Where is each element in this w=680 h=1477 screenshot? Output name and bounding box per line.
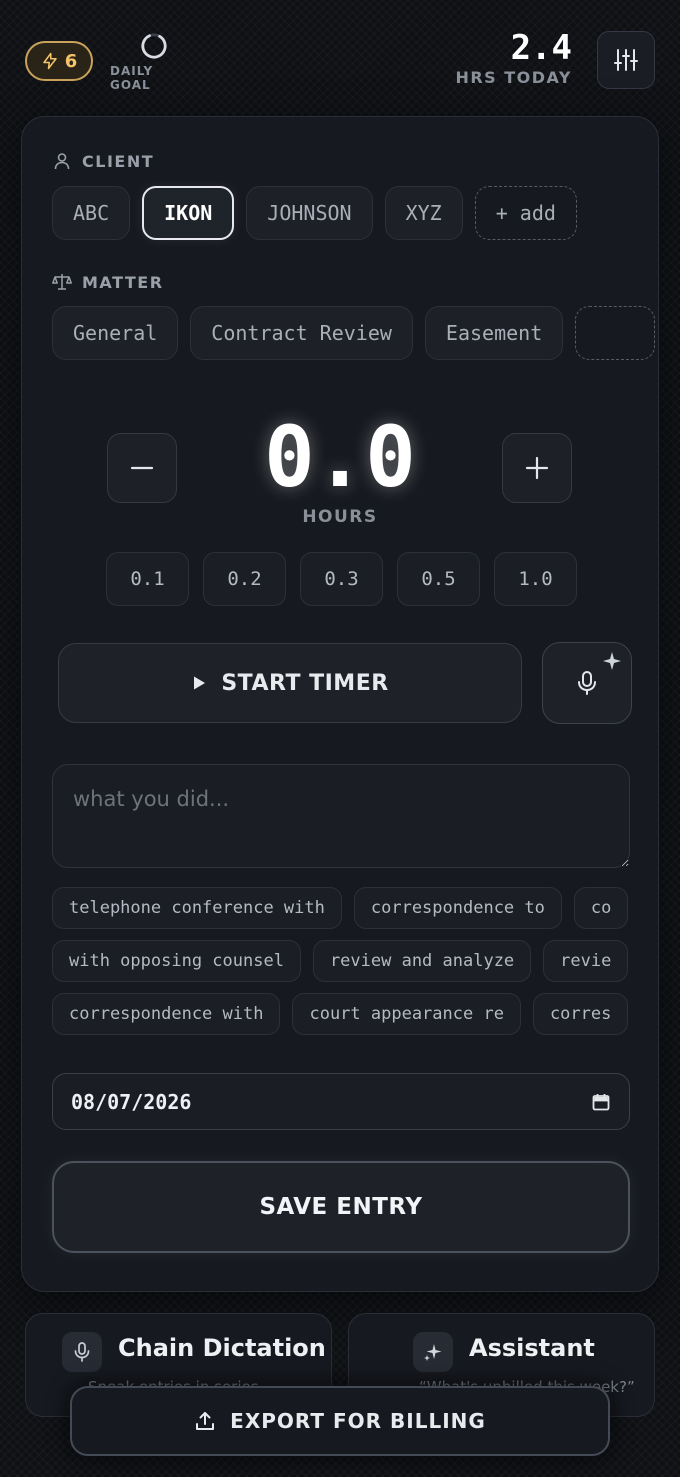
client-label: CLIENT <box>82 151 155 171</box>
daily-goal[interactable]: DAILY GOAL <box>110 32 198 92</box>
play-icon <box>194 676 206 690</box>
phrase-chip[interactable]: corres <box>532 993 629 1035</box>
preset-0-2[interactable]: 0.2 <box>203 552 286 606</box>
microphone-icon <box>74 1342 90 1362</box>
streak-count: 6 <box>64 50 78 72</box>
phrase-row-3: correspondence with court appearance re … <box>52 993 630 1035</box>
lightning-icon <box>42 52 57 70</box>
dictation-icon-wrap <box>62 1332 102 1372</box>
phrase-row-2: with opposing counsel review and analyze… <box>52 940 630 982</box>
phrase-chip[interactable]: correspondence with <box>52 993 281 1035</box>
assistant-title: Assistant <box>469 1334 595 1362</box>
preset-1-0[interactable]: 1.0 <box>494 552 577 606</box>
description-input[interactable] <box>52 764 630 868</box>
preset-0-5[interactable]: 0.5 <box>397 552 480 606</box>
hours-today-value: 2.4 <box>510 28 572 68</box>
date-value: 08/07/2026 <box>71 1089 192 1114</box>
daily-goal-label: DAILY GOAL <box>110 64 154 92</box>
upload-icon <box>196 1412 215 1430</box>
client-chips: ABC IKON JOHNSON XYZ + add <box>52 186 577 240</box>
phrase-row-1: telephone conference with correspondence… <box>52 887 630 929</box>
start-timer-button[interactable]: START TIMER <box>58 643 522 723</box>
matter-label: MATTER <box>82 272 164 292</box>
date-input[interactable]: 08/07/2026 <box>52 1073 630 1130</box>
scale-icon <box>52 274 72 290</box>
phrase-chip[interactable]: court appearance re <box>292 993 521 1035</box>
phrase-chip[interactable]: telephone conference with <box>52 887 342 929</box>
matter-chip-general[interactable]: General <box>52 306 179 360</box>
chain-dictation-title: Chain Dictation <box>118 1334 326 1362</box>
matter-chip-easement[interactable]: Easement <box>424 306 564 360</box>
hours-today: 2.4 HRS TODAY <box>455 28 572 87</box>
preset-0-1[interactable]: 0.1 <box>106 552 189 606</box>
phrase-chip[interactable]: correspondence to <box>353 887 562 929</box>
progress-ring-icon <box>141 33 167 59</box>
sparkles-icon <box>424 1344 442 1361</box>
sparkle-icon <box>603 652 621 670</box>
calendar-icon[interactable] <box>591 1092 611 1112</box>
export-label: EXPORT FOR BILLING <box>230 1409 486 1433</box>
client-chip-abc[interactable]: ABC <box>52 186 131 240</box>
microphone-icon <box>578 671 596 695</box>
sliders-icon <box>614 49 638 71</box>
save-entry-button[interactable]: SAVE ENTRY <box>52 1161 630 1253</box>
client-section-label: CLIENT <box>52 151 154 171</box>
assistant-icon-wrap <box>413 1332 453 1372</box>
hours-label: HOURS <box>302 507 378 527</box>
matter-section-label: MATTER <box>52 272 164 292</box>
time-entry-card: CLIENT ABC IKON JOHNSON XYZ + add MATTER… <box>21 116 659 1292</box>
start-timer-label: START TIMER <box>221 670 389 696</box>
hours-today-label: HRS TODAY <box>455 68 572 87</box>
client-chip-xyz[interactable]: XYZ <box>384 186 463 240</box>
settings-button[interactable] <box>597 31 655 89</box>
preset-0-3[interactable]: 0.3 <box>300 552 383 606</box>
hour-presets: 0.1 0.2 0.3 0.5 1.0 <box>106 552 577 606</box>
user-icon <box>54 153 70 170</box>
matter-chips: General Contract Review Easement <box>52 306 656 360</box>
phrase-chip[interactable]: with opposing counsel <box>52 940 301 982</box>
client-chip-johnson[interactable]: JOHNSON <box>246 186 373 240</box>
client-chip-ikon[interactable]: IKON <box>142 186 235 240</box>
phrase-chip[interactable]: revie <box>543 940 629 982</box>
phrase-chip[interactable]: review and analyze <box>312 940 532 982</box>
plus-icon <box>525 456 549 480</box>
add-matter-button[interactable] <box>575 306 656 360</box>
increment-hours-button[interactable] <box>502 433 572 503</box>
add-client-button[interactable]: + add <box>474 186 577 240</box>
matter-chip-contract-review[interactable]: Contract Review <box>190 306 413 360</box>
export-for-billing-button[interactable]: EXPORT FOR BILLING <box>70 1386 610 1456</box>
phrase-chip[interactable]: co <box>573 887 629 929</box>
streak-badge[interactable]: 6 <box>25 41 93 81</box>
ai-dictation-button[interactable] <box>542 642 632 724</box>
